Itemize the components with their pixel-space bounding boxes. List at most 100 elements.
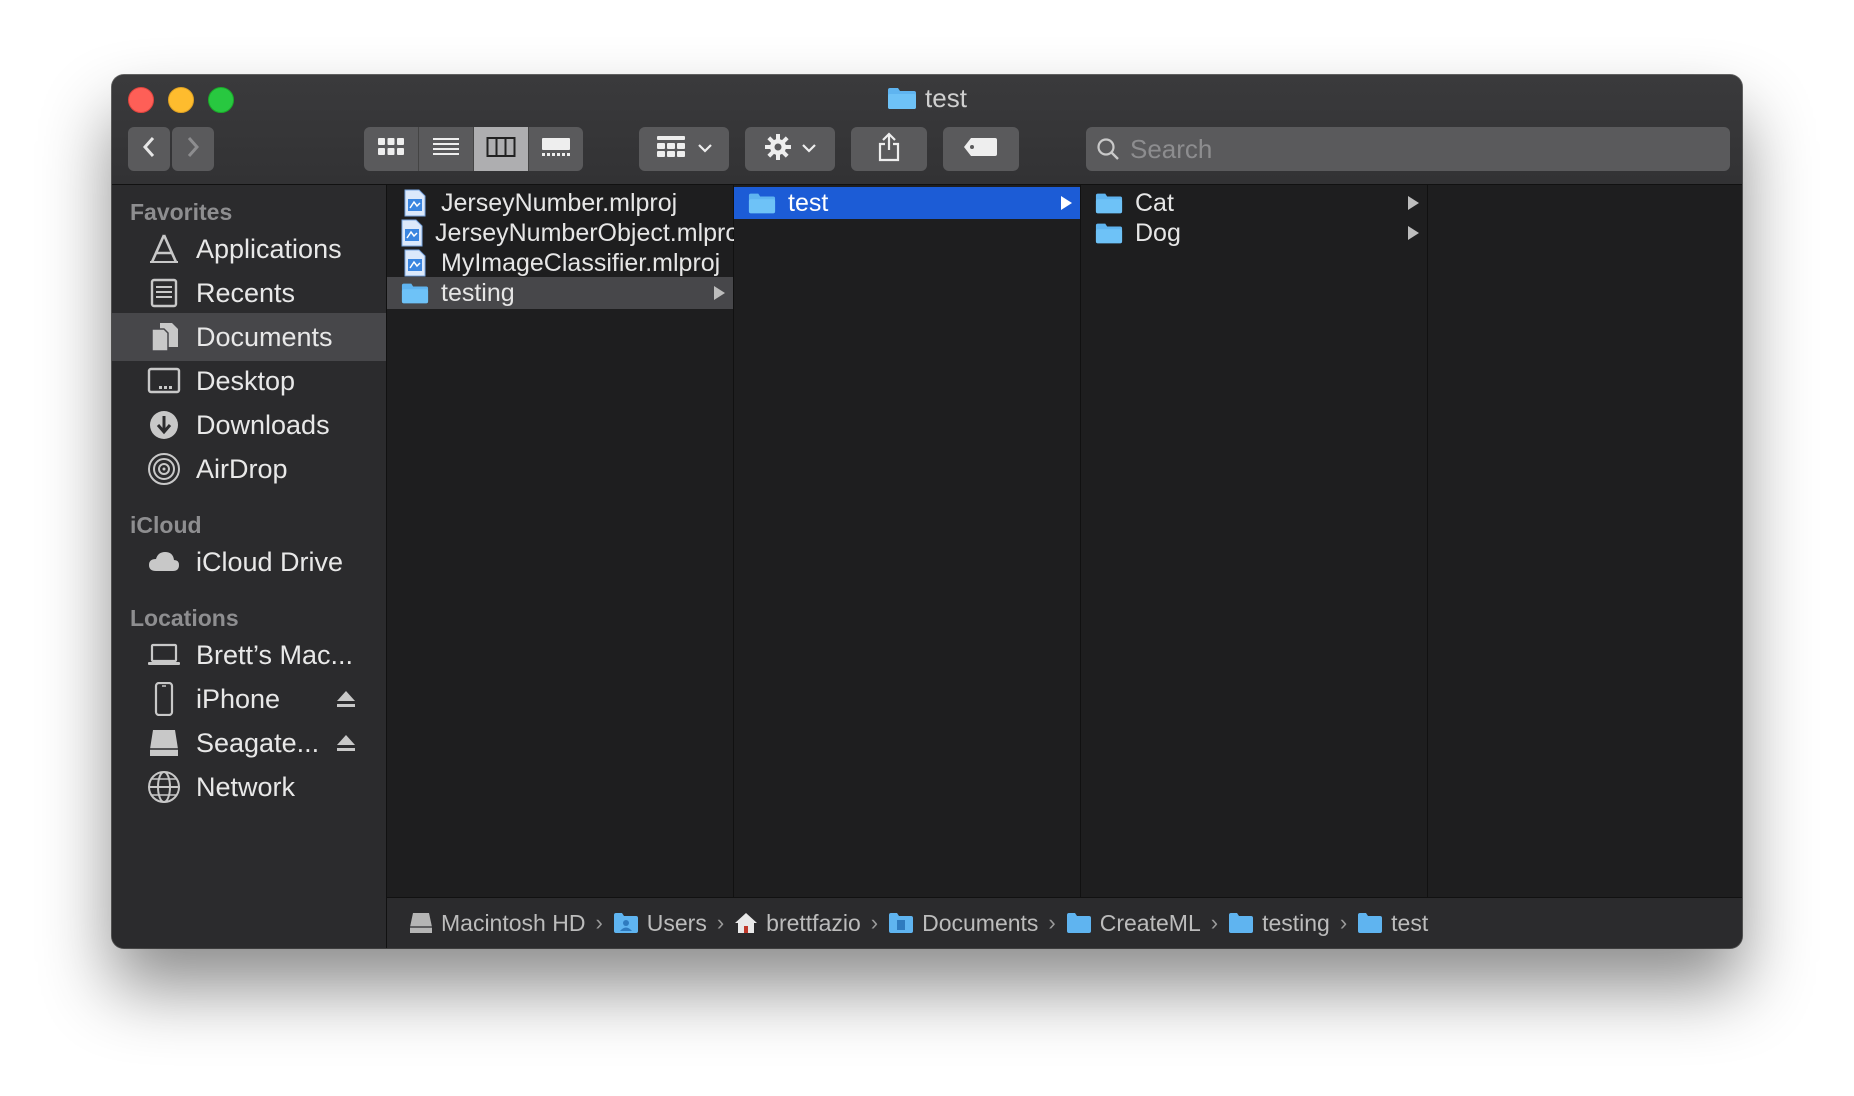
path-separator-icon: ›: [1339, 910, 1348, 935]
applications-icon: [146, 231, 182, 267]
sidebar-item-applications[interactable]: Applications: [112, 225, 386, 273]
back-button[interactable]: [128, 127, 170, 171]
folder-icon: [887, 86, 917, 117]
downloads-icon: [146, 407, 182, 443]
icon-view-button[interactable]: [364, 127, 419, 171]
finder-window: test Search Favorites Applications Recen…: [112, 75, 1742, 948]
chevron-down-icon: [802, 140, 816, 158]
sidebar: Favorites Applications Recents Documents…: [112, 185, 387, 948]
folder-icon: [1066, 912, 1092, 934]
icloud-header: iCloud: [130, 512, 202, 538]
path-separator-icon: ›: [595, 910, 603, 935]
list-view-button[interactable]: [419, 127, 474, 171]
eject-icon[interactable]: [336, 728, 356, 759]
eject-icon[interactable]: [336, 684, 356, 715]
folder-icon: [1095, 219, 1123, 247]
browser-column-2: test: [734, 185, 1081, 898]
iphone-icon: [146, 681, 182, 717]
share-button[interactable]: [851, 127, 927, 171]
share-icon: [877, 131, 901, 167]
gear-icon: [764, 133, 792, 166]
path-separator-icon: ›: [870, 910, 879, 935]
path-separator-icon: ›: [1210, 910, 1219, 935]
sidebar-item-recents[interactable]: Recents: [112, 269, 386, 317]
locations-header: Locations: [130, 605, 239, 631]
sidebar-item-documents[interactable]: Documents: [112, 313, 386, 361]
column-view-button[interactable]: [474, 127, 529, 171]
sidebar-item-iphone[interactable]: iPhone: [112, 675, 386, 723]
path-crumb-test[interactable]: test: [1357, 910, 1428, 937]
cloud-icon: [146, 544, 182, 580]
sidebar-item-desktop[interactable]: Desktop: [112, 357, 386, 405]
laptop-icon: [146, 637, 182, 673]
home-icon: [734, 912, 758, 934]
sidebar-item-airdrop[interactable]: AirDrop: [112, 445, 386, 493]
drive-icon: [146, 725, 182, 761]
path-separator-icon: ›: [1048, 910, 1056, 935]
path-crumb-testing[interactable]: testing: [1228, 910, 1330, 937]
mlproj-file-icon: [401, 189, 429, 217]
favorites-header: Favorites: [130, 199, 233, 225]
hard-disk-icon: [409, 911, 433, 935]
list-item[interactable]: Dog: [1081, 217, 1427, 249]
sidebar-item-icloud-drive[interactable]: iCloud Drive: [112, 538, 386, 586]
search-field[interactable]: [1086, 127, 1730, 171]
list-item[interactable]: testing: [387, 277, 733, 309]
recents-icon: [146, 275, 182, 311]
path-crumb-home[interactable]: brettfazio: [734, 910, 861, 937]
documents-folder-icon: [888, 912, 914, 934]
action-menu-button[interactable]: [745, 127, 835, 171]
sidebar-item-mac[interactable]: Brett’s Mac...: [112, 631, 386, 679]
gallery-view-button[interactable]: [529, 127, 583, 171]
path-crumb-documents[interactable]: Documents: [888, 910, 1038, 937]
toolbar: test: [112, 75, 1742, 185]
path-crumb-createml[interactable]: CreateML: [1066, 910, 1201, 937]
chevron-left-icon: [141, 135, 157, 164]
folder-icon: [401, 279, 429, 307]
path-bar: Macintosh HD › Users › brettfazio › Docu…: [387, 897, 1742, 948]
path-separator-icon: ›: [716, 910, 725, 935]
tag-icon: [963, 136, 999, 163]
group-by-button[interactable]: [639, 127, 729, 171]
sidebar-item-network[interactable]: Network: [112, 763, 386, 811]
disclosure-arrow-icon: [714, 286, 725, 300]
path-crumb-users[interactable]: Users: [613, 910, 707, 937]
users-folder-icon: [613, 912, 639, 934]
chevron-right-icon: [185, 135, 201, 164]
tag-button[interactable]: [943, 127, 1019, 171]
path-crumb-macintosh-hd[interactable]: Macintosh HD: [409, 910, 585, 937]
folder-icon: [1357, 912, 1383, 934]
browser-column-4: [1428, 185, 1742, 898]
search-icon: [1096, 137, 1120, 161]
disclosure-arrow-icon: [1408, 196, 1419, 210]
columns-icon: [486, 136, 516, 163]
group-by-icon: [656, 135, 686, 164]
desktop-icon: [146, 363, 182, 399]
view-mode-control: [364, 127, 583, 171]
list-item[interactable]: JerseyNumberObject.mlproj: [387, 217, 745, 249]
mlproj-file-icon: [401, 249, 429, 277]
folder-icon: [1228, 912, 1254, 934]
sidebar-item-seagate[interactable]: Seagate...: [112, 719, 386, 767]
sidebar-item-downloads[interactable]: Downloads: [112, 401, 386, 449]
list-icon: [432, 136, 460, 163]
forward-button[interactable]: [172, 127, 214, 171]
chevron-down-icon: [698, 140, 712, 158]
list-item[interactable]: MyImageClassifier.mlproj: [387, 247, 733, 279]
search-input[interactable]: [1128, 132, 1692, 166]
list-item[interactable]: JerseyNumber.mlproj: [387, 187, 733, 219]
window-title: test: [112, 83, 1742, 117]
folder-icon: [1095, 189, 1123, 217]
airdrop-icon: [146, 451, 182, 487]
network-icon: [146, 769, 182, 805]
list-item[interactable]: Cat: [1081, 187, 1427, 219]
mlproj-file-icon: [401, 219, 423, 247]
disclosure-arrow-icon: [1061, 196, 1072, 210]
list-item[interactable]: test: [734, 187, 1080, 219]
grid-icon: [377, 136, 405, 163]
browser-column-1: JerseyNumber.mlproj JerseyNumberObject.m…: [387, 185, 745, 898]
disclosure-arrow-icon: [1408, 226, 1419, 240]
folder-icon: [748, 189, 776, 217]
documents-icon: [146, 319, 182, 355]
browser-column-3: Cat Dog: [1081, 185, 1428, 898]
